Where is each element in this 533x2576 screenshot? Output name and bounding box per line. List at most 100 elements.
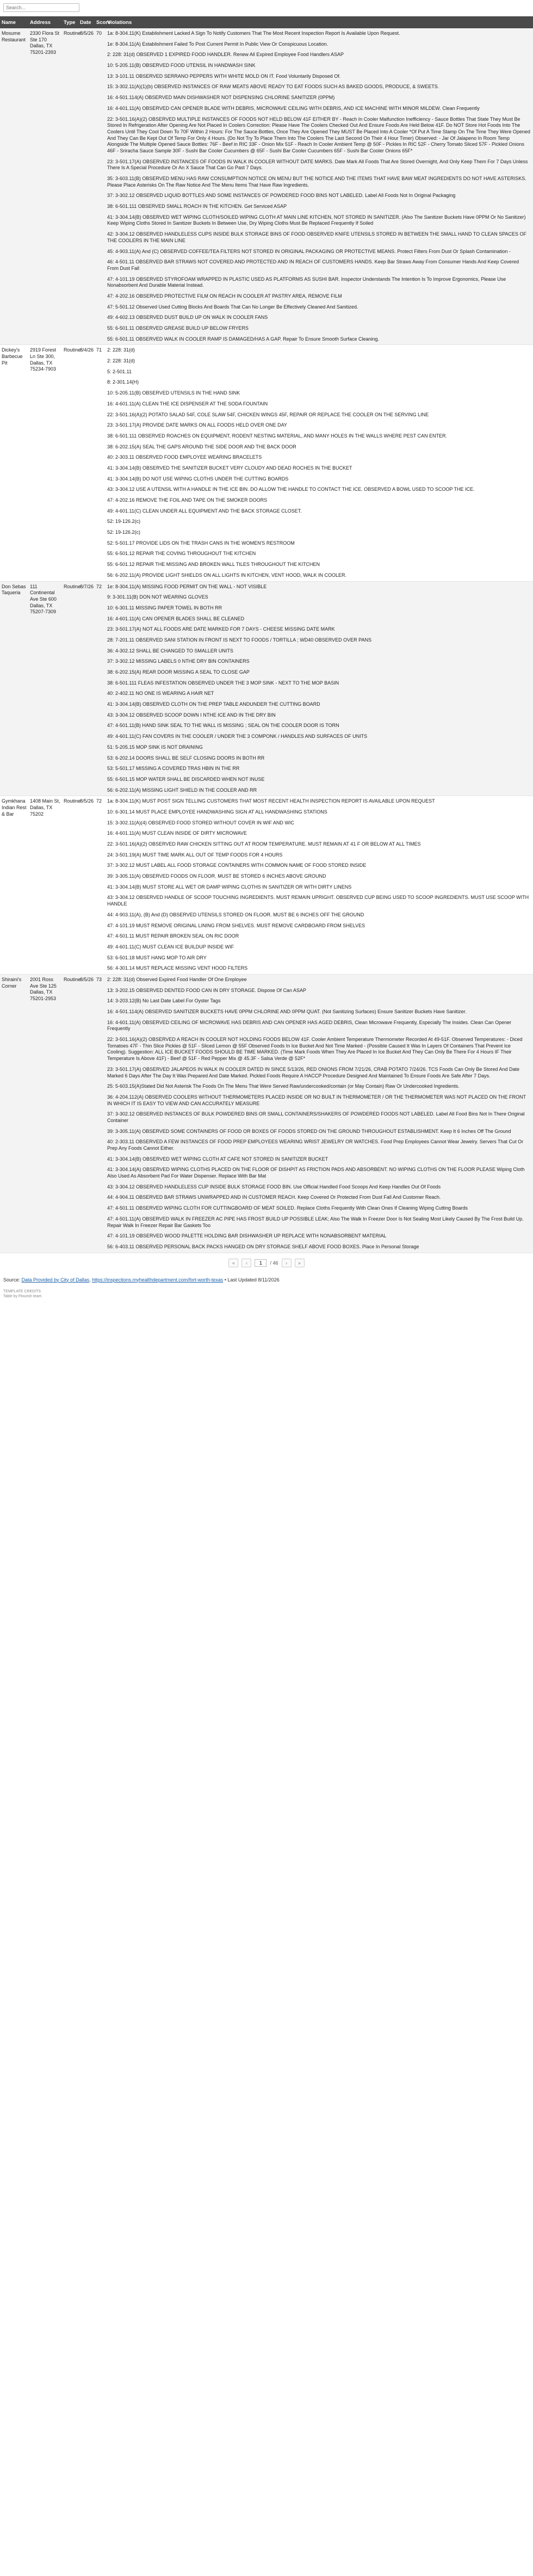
cell-type: Routine [62, 974, 80, 1253]
column-header-date[interactable]: Date [78, 16, 95, 28]
page-root: Name Address Type Date Score Violations … [0, 0, 533, 1304]
violation-item: 16: 4-601.11(A) MUST CLEAN INSIDE OF DIR… [107, 830, 247, 836]
credits-title: TEMPLATE CREDITS [3, 1289, 41, 1293]
violation-item: 41: 3-304.14(B) DO NOT USE WIPING CLOTHS… [107, 476, 289, 482]
cell-violations: 1a: 8-304.11(K) MUST POST SIGN TELLING C… [106, 796, 533, 975]
violation-item: 47: 4-101.19 OBSERVED STYROFOAM WRAPPED … [107, 276, 506, 288]
violation-item: 39: 3-305.11(A) OBSERVED SOME CONTAINERS… [107, 1128, 511, 1134]
violation-item: 16: 4-501.114(A) OBSERVED SANITIZER BUCK… [107, 1009, 467, 1014]
violation-item: 43: 3-304.12 OBSERVED HANDLELESS CUP INS… [107, 1184, 441, 1190]
violation-item: 15: 3-302.11(A)(1)(b) OBSERVED INSTANCES… [107, 84, 439, 90]
violation-item: 37: 3-302.12 OBSERVED INSTANCES OF BULK … [107, 1111, 525, 1123]
violation-item: 52: 5-501.17 PROVIDE LIDS ON THE TRASH C… [107, 540, 295, 546]
violation-item: 40: 2-303.11 OBSERVED FOOD EMPLOYEE WEAR… [107, 454, 262, 460]
violation-item: 40: 2-303.11 OBSERVED A FEW INSTANCES OF… [107, 1139, 524, 1151]
first-page-button[interactable]: « [228, 1258, 239, 1267]
table-header-row: Name Address Type Date Score Violations [0, 16, 533, 28]
search-bar [0, 0, 533, 16]
violation-item: 16: 4-601.11(A) OBSERVED CAN OPENER BLAD… [107, 105, 480, 111]
source-link[interactable]: Data Provided by City of Dallas [22, 1277, 90, 1283]
next-page-button[interactable]: › [281, 1258, 292, 1267]
source-url-link[interactable]: https://inspections.myhealthdepartment.c… [92, 1277, 223, 1283]
violation-item: 23: 3-501.17(A) OBSERVED JALAPEOS IN WAL… [107, 1066, 519, 1079]
violation-item: 47: 4-501.11(A) OBSERVED WALK IN FREEZER… [107, 1216, 524, 1228]
table-row: Gymkhana Indian Rest & Bar 1408 Main St, … [0, 796, 533, 975]
cell-address: 1408 Main St, Dallas, TX 75202 [28, 796, 62, 975]
table-row: Don Sebas Taqueria 111 Continental Ave St… [0, 581, 533, 797]
cell-violations: 2: 228: 31(d) Observed Expired Food Hand… [106, 974, 533, 1253]
violation-item: 10: 6-301.11 MISSING PAPER TOWEL IN BOTH… [107, 605, 222, 611]
cell-type: Routine [62, 796, 80, 975]
violation-item: 35: 3-603.11(B) OBSERVED MENU HAS RAW CO… [107, 176, 526, 188]
cell-date: 8/7/26 [78, 581, 95, 797]
violation-item: 47: 4-501.11 OBSERVED WIPING CLOTH FOR C… [107, 1205, 468, 1211]
violation-item: 22: 3-501.16(A)(2) OBSERVED A REACH IN C… [107, 1037, 523, 1062]
violation-item: 23: 3-501.17(A) OBSERVED INSTANCES OF FO… [107, 158, 528, 171]
violation-item: 8: 2-301.14(H) [107, 379, 139, 385]
violation-item: 40: 2-402.11 NO ONE IS WEARING A HAIR NE… [107, 691, 214, 697]
last-updated-text: • Last Updated 8/11/2026 [223, 1277, 280, 1283]
violation-item: 24: 3-501.19(A) MUST TIME MARK ALL OUT O… [107, 852, 283, 858]
cell-violations: 1a: 8-304.11(K) Establishment Lacked A S… [106, 28, 533, 346]
violation-item: 16: 4-601.11(A) CAN OPENER BLADES SHALL … [107, 615, 245, 621]
violation-item: 52: 19-126.2(c) [107, 529, 141, 535]
violation-item: 41: 3-304.14(B) OBSERVED WET WIPING CLOT… [107, 214, 526, 226]
column-header-type[interactable]: Type [62, 16, 78, 28]
violation-item: 39: 3-305.11(A) OBSERVED FOODS ON FLOOR.… [107, 873, 326, 879]
violation-item: 55: 6-501.15 MOP WATER SHALL BE DISCARDE… [107, 776, 265, 782]
violation-item: 52: 19-126.2(c) [107, 519, 141, 525]
violation-item: 38: 6-202.15(A) SEAL THE GAPS AROUND THE… [107, 443, 296, 449]
violation-item: 44: 4-904.11 OBSERVED BAR STRAWS UNWRAPP… [107, 1194, 441, 1200]
violation-item: 55: 6-501.11 OBSERVED GREASE BUILD UP BE… [107, 325, 249, 331]
column-header-score[interactable]: Score [95, 16, 110, 28]
violation-item: 56: 4-301.14 MUST REPLACE MISSING VENT H… [107, 965, 248, 971]
table-row: Shiraini's Corner 2001 Ross Ave Ste 125 D… [0, 974, 533, 1253]
violation-item: 2: 228: 31(d) [107, 358, 135, 364]
source-footer: Source: Data Provided by City of Dallas,… [0, 1275, 533, 1285]
violation-item: 23: 3-501.17(A) NOT ALL FOODS ARE DATE M… [107, 626, 335, 632]
inspections-table: Name Address Type Date Score Violations … [0, 16, 533, 1253]
cell-date: 8/5/26 [78, 28, 95, 346]
violation-item: 41: 3-304.14(B) OBSERVED WET WIPING CLOT… [107, 1156, 329, 1162]
violation-item: 16: 4-501.114(A) OBSERVED MAIN DISHWASHE… [107, 95, 335, 101]
violation-item: 56: 6-202.11(A) PROVIDE LIGHT SHIELDS ON… [107, 572, 346, 578]
violation-item: 56: 6-403.11 OBSERVED PERSONAL BACK PACK… [107, 1243, 419, 1249]
page-number-input[interactable] [255, 1259, 267, 1267]
credits-author[interactable]: Table by Flourish team [3, 1294, 530, 1299]
cell-score: 72 [95, 796, 106, 975]
violation-item: 22: 3-501.16(A)(2) OBSERVED MULTIPLE INS… [107, 116, 530, 153]
violation-item: 36: 4-204.112(A) OBSERVED COOLERS WITHOU… [107, 1094, 526, 1106]
violation-item: 56: 6-202.11(A) MISSING LIGHT SHIELD IN … [107, 787, 257, 793]
search-input[interactable] [3, 3, 79, 12]
table-row: Dickey's Barbecue Pit 2919 Forest Ln Ste … [0, 344, 533, 582]
prev-page-button[interactable]: ‹ [241, 1258, 252, 1267]
cell-score: 73 [95, 974, 106, 1253]
cell-address: 111 Continental Ave Ste 600 Dallas, TX 7… [28, 581, 62, 797]
violation-item: 43: 3-304.12 USE A UTENSIL WITH A HANDLE… [107, 486, 475, 492]
violation-item: 38: 6-501.111 FLEAS INFESTATION OBSERVED… [107, 680, 339, 686]
column-header-violations[interactable]: Violations [106, 16, 533, 28]
violation-item: 22: 3-501.16(A)(2) POTATO SALAD 54F, COL… [107, 411, 429, 417]
violation-item: 47: 4-501.11(B) HAND SINK SEAL TO THE WA… [107, 723, 339, 729]
last-page-button[interactable]: » [294, 1258, 305, 1267]
violation-item: 45: 4-903.11(A) And (C) OBSERVED COFFEE/… [107, 248, 511, 254]
violation-item: 47: 4-202.16 OBSERVED PROTECTIVE FILM ON… [107, 293, 342, 299]
violation-item: 53: 5-501.17 MISSING A COVERED TRAS HBIN… [107, 766, 240, 772]
violation-item: 49: 4-601.11(C) CLEAN UNDER ALL EQUIPMEN… [107, 508, 302, 514]
column-header-address[interactable]: Address [28, 16, 62, 28]
cell-date: 8/4/26 [78, 344, 95, 582]
violation-item: 38: 6-202.15(A) REAR DOOR MISSING A SEAL… [107, 669, 250, 675]
violation-item: 41: 3-304.14(B) OBSERVED CLOTH ON THE PR… [107, 701, 320, 707]
cell-type: Routine [62, 344, 80, 582]
violation-item: 47: 4-101.19 MUST REMOVE ORIGINAL LINING… [107, 922, 365, 928]
violation-item: 37: 3-302.12 OBSERVED LIQUID BOTTLES AND… [107, 193, 456, 199]
cell-name: Don Sebas Taqueria [0, 581, 28, 797]
cell-date: 8/5/26 [78, 974, 95, 1253]
violation-item: 51: 5-205.15 MOP SINK IS NOT DRAINING [107, 744, 203, 750]
violation-item: 55: 6-501.11 OBSERVED WALK IN COOLER RAM… [107, 336, 380, 342]
violation-item: 22: 3-501.16(A)(2) OBSERVED RAW CHICKEN … [107, 841, 421, 847]
column-header-name[interactable]: Name [0, 16, 28, 28]
violation-item: 16: 4-601.11(A) CLEAN THE ICE DISPENSER … [107, 400, 268, 406]
violation-item: 49: 4-602.13 OBSERVED DUST BUILD UP ON W… [107, 315, 268, 321]
violation-item: 10: 5-205.11(B) OBSERVED UTENSILS IN THE… [107, 390, 240, 396]
